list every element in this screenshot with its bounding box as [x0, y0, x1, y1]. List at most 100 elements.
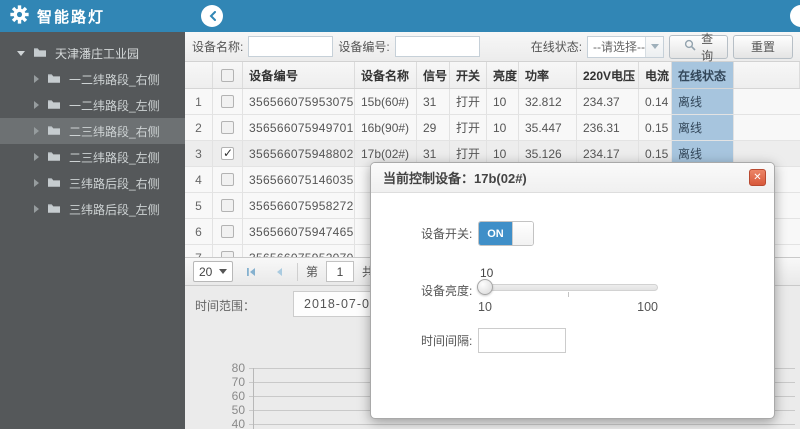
device-switch-row: 设备开关: ON [421, 221, 774, 246]
folder-icon [47, 72, 61, 87]
row-checkbox[interactable] [221, 199, 234, 212]
device-switch-label: 设备开关: [421, 227, 473, 241]
caret-right-icon[interactable] [34, 179, 39, 187]
caret-down-icon[interactable] [17, 50, 25, 56]
header-signal: 信号 [417, 62, 450, 88]
prev-page-button[interactable] [269, 262, 289, 282]
reset-label: 重置 [751, 40, 776, 54]
interval-label: 时间间隔: [421, 334, 473, 348]
device-switch-toggle[interactable]: ON [478, 221, 534, 246]
row-checkbox[interactable] [221, 225, 234, 238]
table-row[interactable]: 1 356566075953075 15b(60#) 31 打开 10 32.812 234… [185, 89, 800, 115]
device-name-input[interactable] [248, 36, 334, 57]
page-number-input[interactable] [326, 261, 355, 282]
brightness-slider-wrap: 10 10 100 [477, 266, 658, 314]
dialog-header: 当前控制设备：17b(02#) ✕ [371, 163, 774, 193]
caret-right-icon[interactable] [34, 153, 39, 161]
caret-right-icon[interactable] [34, 127, 39, 135]
app-logo: 智能路灯 [0, 0, 185, 32]
dialog-title: 当前控制设备：17b(02#) [383, 171, 527, 186]
row-checkbox[interactable] [221, 95, 234, 108]
table-header-row: 设备编号 设备名称 信号 开关 亮度 功率 220V电压 电流 在线状态 [185, 62, 800, 89]
y-axis-line [253, 368, 254, 429]
folder-icon [47, 124, 61, 139]
slider-value: 10 [480, 266, 494, 280]
tree-node-label: 一二纬路段_左侧 [69, 98, 160, 113]
device-no-label: 设备编号: [338, 40, 390, 54]
page-size-select[interactable]: 20 [193, 261, 233, 282]
tree-node-root[interactable]: 天津潘庄工业园 [0, 40, 185, 66]
sidebar: 智能路灯 天津潘庄工业园 一二纬路段_右侧 一二纬路段_左侧 二三纬路段_右侧 … [0, 0, 185, 429]
tree-node-label: 三纬路后段_左侧 [69, 202, 160, 217]
chevron-down-icon [219, 269, 227, 274]
time-range-label: 时间范围： [195, 299, 256, 313]
header-voltage: 220V电压 [577, 62, 639, 88]
tree-node-segment-1[interactable]: 一二纬路段_右侧 [0, 66, 185, 92]
topbar [185, 0, 800, 32]
tree-node-segment-5[interactable]: 三纬路后段_右侧 [0, 170, 185, 196]
online-status-value: --请选择-- [593, 40, 646, 54]
header-status: 在线状态 [672, 62, 734, 88]
close-icon[interactable]: ✕ [749, 169, 766, 186]
y-axis-tick: 60 [231, 389, 245, 403]
tree-node-segment-2[interactable]: 一二纬路段_左侧 [0, 92, 185, 118]
query-label: 查询 [701, 31, 714, 63]
y-axis-tick: 40 [231, 417, 245, 429]
header-name: 设备名称 [355, 62, 417, 88]
slider-midtick [568, 292, 569, 297]
row-checkbox[interactable] [221, 173, 234, 186]
device-brightness-row: 设备亮度: 10 10 100 [421, 266, 774, 314]
header-power: 功率 [519, 62, 577, 88]
device-brightness-label: 设备亮度: [421, 284, 473, 298]
chevron-down-icon[interactable] [645, 36, 664, 57]
y-axis-tick: 70 [231, 375, 245, 389]
tree-node-label: 二三纬路段_左侧 [69, 150, 160, 165]
query-button[interactable]: 查询 [669, 32, 729, 63]
table-row[interactable]: 2 356566075949701 16b(90#) 29 打开 10 35.447 236… [185, 115, 800, 141]
folder-icon [47, 176, 61, 191]
folder-icon [47, 202, 61, 217]
online-status-label: 在线状态: [530, 40, 583, 54]
slider-max-label: 100 [637, 300, 658, 314]
brightness-slider[interactable] [477, 279, 658, 295]
folder-icon [47, 150, 61, 165]
tree-node-segment-3[interactable]: 二三纬路段_右侧 [0, 118, 185, 144]
select-all-checkbox[interactable] [221, 68, 234, 82]
slider-thumb[interactable] [477, 279, 493, 295]
caret-right-icon[interactable] [34, 101, 39, 109]
tree-node-label: 三纬路后段_右侧 [69, 176, 160, 191]
header-device-no: 设备编号 [243, 62, 355, 88]
tree-node-segment-4[interactable]: 二三纬路段_左侧 [0, 144, 185, 170]
folder-icon [33, 46, 47, 61]
row-checkbox[interactable] [221, 121, 234, 134]
device-no-input[interactable] [394, 36, 480, 57]
first-page-button[interactable] [241, 262, 261, 282]
search-icon [684, 39, 696, 54]
tree-node-segment-6[interactable]: 三纬路后段_左侧 [0, 196, 185, 222]
interval-row: 时间间隔: [421, 328, 774, 353]
page-prefix-label: 第 [306, 265, 319, 279]
device-name-label: 设备名称: [192, 40, 244, 54]
status-badge: 离线 [672, 115, 734, 140]
screen: 智能路灯 天津潘庄工业园 一二纬路段_右侧 一二纬路段_左侧 二三纬路段_右侧 … [0, 0, 800, 429]
interval-input[interactable] [478, 328, 566, 353]
tree-node-label: 二三纬路段_右侧 [69, 124, 160, 139]
collapse-button[interactable] [790, 5, 800, 27]
search-toolbar: 设备名称: 设备编号: 在线状态: --请选择-- 查询 重置 [185, 32, 800, 63]
device-tree: 天津潘庄工业园 一二纬路段_右侧 一二纬路段_左侧 二三纬路段_右侧 二三纬路段 [0, 32, 185, 222]
caret-right-icon[interactable] [34, 75, 39, 83]
header-switch: 开关 [450, 62, 487, 88]
gridline [249, 423, 795, 425]
reset-button[interactable]: 重置 [733, 34, 793, 59]
back-button[interactable] [201, 5, 223, 27]
caret-right-icon[interactable] [34, 205, 39, 213]
gear-icon [10, 5, 29, 27]
toggle-handle[interactable] [512, 222, 533, 245]
header-brightness: 亮度 [487, 62, 519, 88]
app-title: 智能路灯 [37, 8, 106, 26]
y-axis-tick: 50 [231, 403, 245, 417]
row-checkbox-checked[interactable] [221, 146, 234, 160]
y-axis-tick: 80 [231, 361, 245, 375]
online-status-select[interactable]: --请选择-- [587, 35, 665, 58]
slider-min-label: 10 [478, 300, 492, 314]
